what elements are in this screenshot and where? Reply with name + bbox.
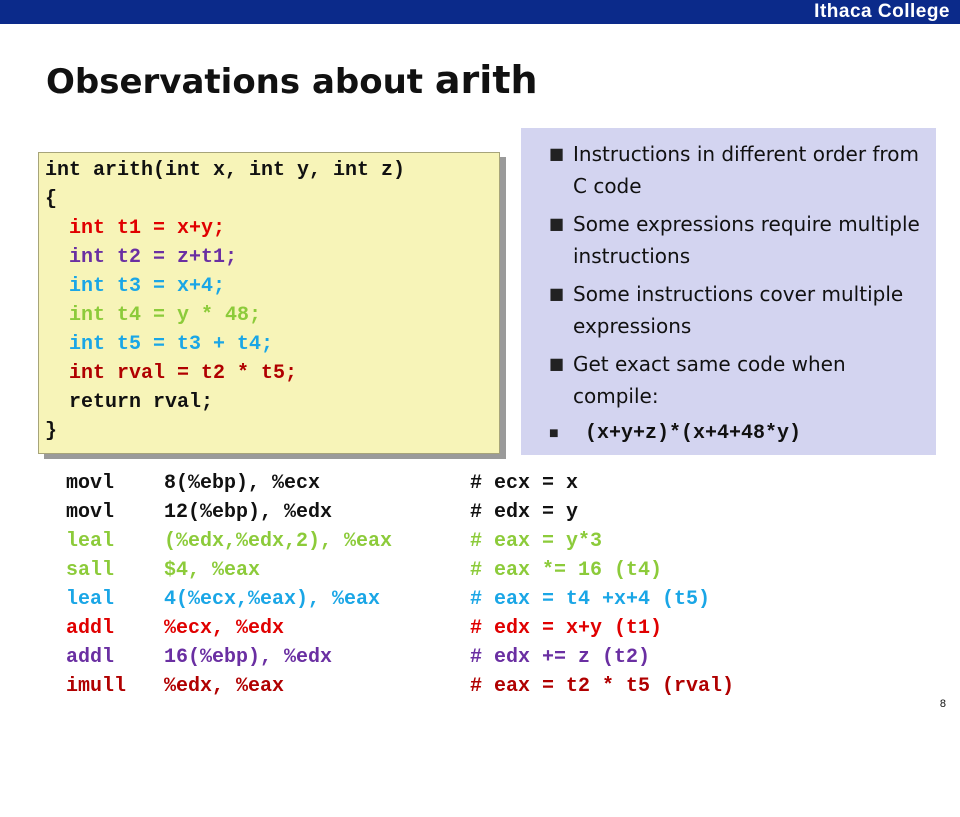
asm-row: sall $4, %eax # eax *= 16 (t4) xyxy=(66,556,662,585)
code-line: { xyxy=(45,188,58,211)
asm-comment: # eax = y*3 xyxy=(470,530,603,553)
observation-text: Some expressions require multiple instru… xyxy=(573,212,920,268)
asm-operands: (%edx,%edx,2), %eax xyxy=(164,530,393,553)
observation-text: Some instructions cover multiple express… xyxy=(573,282,904,338)
code-line: int arith(int x, int y, int z) xyxy=(45,159,406,182)
observation-text: Instructions in different order from C c… xyxy=(573,142,919,198)
asm-opcode: sall xyxy=(66,559,115,582)
square-bullet-icon: ■ xyxy=(549,425,559,443)
asm-opcode: movl xyxy=(66,501,115,524)
asm-opcode: leal xyxy=(66,530,115,553)
asm-row: movl 8(%ebp), %ecx # ecx = x xyxy=(66,469,578,498)
code-line: int t4 = y * 48; xyxy=(45,304,262,327)
asm-operands: $4, %eax xyxy=(164,559,261,582)
observations-panel: ■ Instructions in different order from C… xyxy=(521,128,936,455)
c-code-box: int arith(int x, int y, int z) { int t1 … xyxy=(38,152,500,454)
asm-row: movl 12(%ebp), %edx # edx = y xyxy=(66,498,578,527)
code-line: int t3 = x+4; xyxy=(45,275,226,298)
code-line: return rval; xyxy=(45,391,214,414)
asm-opcode: leal xyxy=(66,588,115,611)
asm-row: leal (%edx,%edx,2), %eax # eax = y*3 xyxy=(66,527,602,556)
asm-comment: # edx += z (t2) xyxy=(470,646,651,669)
asm-operands: 8(%ebp), %ecx xyxy=(164,472,321,495)
asm-row: leal 4(%ecx,%eax), %eax # eax = t4 +x+4 … xyxy=(66,585,710,614)
code-line: int t5 = t3 + t4; xyxy=(45,333,274,356)
brand-logo-text: Ithaca College xyxy=(814,1,950,22)
observation-item: ■ Some instructions cover multiple expre… xyxy=(549,278,920,342)
square-bullet-icon: ■ xyxy=(549,354,565,373)
observation-item: ■ Get exact same code when compile: xyxy=(549,348,920,412)
asm-row: imull %edx, %eax # eax = t2 * t5 (rval) xyxy=(66,672,734,701)
observation-item: ■ Instructions in different order from C… xyxy=(549,138,920,202)
asm-operands: 12(%ebp), %edx xyxy=(164,501,333,524)
asm-comment: # eax = t2 * t5 (rval) xyxy=(470,675,735,698)
expression-code: (x+y+z)*(x+4+48*y) xyxy=(573,422,802,445)
observation-item-code: ■ (x+y+z)*(x+4+48*y) xyxy=(549,418,920,450)
asm-opcode: addl xyxy=(66,617,115,640)
title-text: Observations about xyxy=(46,62,435,102)
square-bullet-icon: ■ xyxy=(549,144,565,163)
code-line: int rval = t2 * t5; xyxy=(45,362,298,385)
asm-comment: # edx = x+y (t1) xyxy=(470,617,663,640)
asm-opcode: imull xyxy=(66,675,127,698)
header-bar: Ithaca College xyxy=(0,0,960,24)
slide-title: Observations about arith xyxy=(46,58,538,102)
asm-opcode: addl xyxy=(66,646,115,669)
observation-item: ■ Some expressions require multiple inst… xyxy=(549,208,920,272)
square-bullet-icon: ■ xyxy=(549,214,565,233)
code-line: int t1 = x+y; xyxy=(45,217,226,240)
asm-operands: 4(%ecx,%eax), %eax xyxy=(164,588,381,611)
asm-comment: # ecx = x xyxy=(470,472,579,495)
code-line: } xyxy=(45,420,58,443)
asm-opcode: movl xyxy=(66,472,115,495)
page-number: 8 xyxy=(939,698,946,710)
assembly-listing: movl 8(%ebp), %ecx # ecx = x movl 12(%eb… xyxy=(66,469,734,701)
asm-operands: 16(%ebp), %edx xyxy=(164,646,333,669)
square-bullet-icon: ■ xyxy=(549,284,565,303)
observation-text: Get exact same code when compile: xyxy=(573,352,846,408)
code-line: int t2 = z+t1; xyxy=(45,246,238,269)
asm-comment: # edx = y xyxy=(470,501,579,524)
asm-operands: %ecx, %edx xyxy=(164,617,285,640)
asm-comment: # eax = t4 +x+4 (t5) xyxy=(470,588,711,611)
asm-operands: %edx, %eax xyxy=(164,675,285,698)
asm-comment: # eax *= 16 (t4) xyxy=(470,559,663,582)
asm-row: addl %ecx, %edx # edx = x+y (t1) xyxy=(66,614,662,643)
asm-row: addl 16(%ebp), %edx # edx += z (t2) xyxy=(66,643,650,672)
title-code: arith xyxy=(434,58,538,102)
